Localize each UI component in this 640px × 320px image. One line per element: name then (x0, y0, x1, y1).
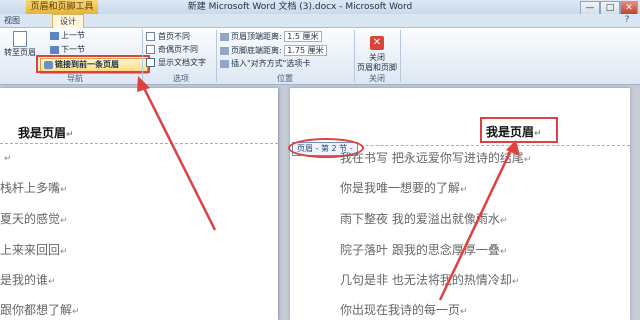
footer-position-icon (220, 46, 229, 55)
annotation-box-header (480, 117, 558, 143)
different-first-page-option[interactable]: 首页不同 (146, 31, 190, 42)
group-separator (400, 30, 401, 82)
close-header-footer-label-line2: 页眉和页脚 (357, 63, 397, 72)
different-odd-even-label: 奇偶页不同 (158, 45, 198, 54)
different-first-page-label: 首页不同 (158, 32, 190, 41)
right-line-3: 雨下整夜 我的爱溢出就像雨水↵ (340, 212, 508, 226)
group-label-options: 选项 (173, 74, 189, 83)
paragraph-mark: ↵ (4, 154, 12, 164)
show-document-text-checkbox[interactable] (146, 58, 155, 67)
group-label-close: 关闭 (369, 74, 385, 83)
next-section-icon (50, 45, 59, 54)
right-line-5: 几句是非 也无法将我的热情冷却↵ (340, 273, 520, 287)
left-line-3: 上来来回回↵ (0, 243, 68, 257)
window-title: 新建 Microsoft Word 文档 (3).docx - Microsof… (187, 2, 413, 12)
footer-bottom-distance-row: 页脚底端距离: 1.75 厘米 (220, 45, 327, 56)
show-document-text-option[interactable]: 显示文档文字 (146, 57, 206, 68)
footer-bottom-distance-input[interactable]: 1.75 厘米 (284, 45, 327, 56)
header-top-distance-input[interactable]: 1.5 厘米 (284, 31, 322, 42)
insert-alignment-tab-label: 插入"对齐方式"选项卡 (231, 59, 311, 68)
next-section-button[interactable]: 下一节 (50, 44, 85, 55)
right-line-1: 我在书写 把永远爱你写进诗的结尾↵ (340, 151, 532, 165)
right-line-4: 院子落叶 跟我的思念厚厚一叠↵ (340, 243, 508, 257)
group-label-position: 位置 (277, 74, 293, 83)
header-position-icon (220, 32, 229, 41)
prev-section-button[interactable]: 上一节 (50, 30, 85, 41)
footer-bottom-distance-label: 页脚底端距离: (231, 46, 282, 55)
minimize-button[interactable]: — (580, 1, 600, 15)
tab-view[interactable]: 视图 (4, 14, 20, 27)
right-line-2: 你是我唯一想要的了解↵ (340, 181, 468, 195)
ribbon-tab-row (0, 14, 640, 28)
left-line-4: 是我的谁↵ (0, 273, 56, 287)
different-odd-even-checkbox[interactable] (146, 45, 155, 54)
close-window-button[interactable]: ✕ (620, 1, 638, 15)
insert-alignment-tab-button[interactable]: 插入"对齐方式"选项卡 (220, 58, 310, 69)
right-line-6: 你出现在我诗的每一页↵ (340, 303, 468, 317)
group-separator (216, 30, 217, 82)
maximize-button[interactable]: □ (600, 1, 620, 15)
tab-design[interactable]: 设计 (52, 14, 84, 28)
left-line-1: 栈杆上多嘴↵ (0, 181, 68, 195)
help-icon[interactable]: ? (620, 14, 634, 26)
left-line-5: 跟你都想了解↵ (0, 303, 80, 317)
contextual-tab-header-footer-tools: 页眉和页脚工具 (26, 0, 98, 14)
show-document-text-label: 显示文档文字 (158, 58, 206, 67)
prev-section-icon (50, 31, 59, 40)
header-top-distance-label: 页眉顶端距离: (231, 32, 282, 41)
next-section-label: 下一节 (61, 45, 85, 54)
left-page-header[interactable]: 我是页眉↵ (18, 124, 74, 141)
left-line-2: 夏天的感觉↵ (0, 212, 68, 226)
close-header-footer-icon[interactable]: ✕ (370, 36, 384, 50)
different-first-page-checkbox[interactable] (146, 32, 155, 41)
goto-header-label: 转至页眉 (4, 48, 36, 57)
page-header-icon (13, 31, 27, 47)
annotation-box-link-previous (36, 55, 150, 73)
alignment-tab-icon (220, 59, 229, 68)
group-separator (142, 30, 143, 82)
group-separator (354, 30, 355, 82)
group-label-navigation: 导航 (67, 74, 83, 83)
left-header-boundary (0, 143, 278, 144)
prev-section-label: 上一节 (61, 31, 85, 40)
different-odd-even-option[interactable]: 奇偶页不同 (146, 44, 198, 55)
header-top-distance-row: 页眉顶端距离: 1.5 厘米 (220, 31, 322, 42)
